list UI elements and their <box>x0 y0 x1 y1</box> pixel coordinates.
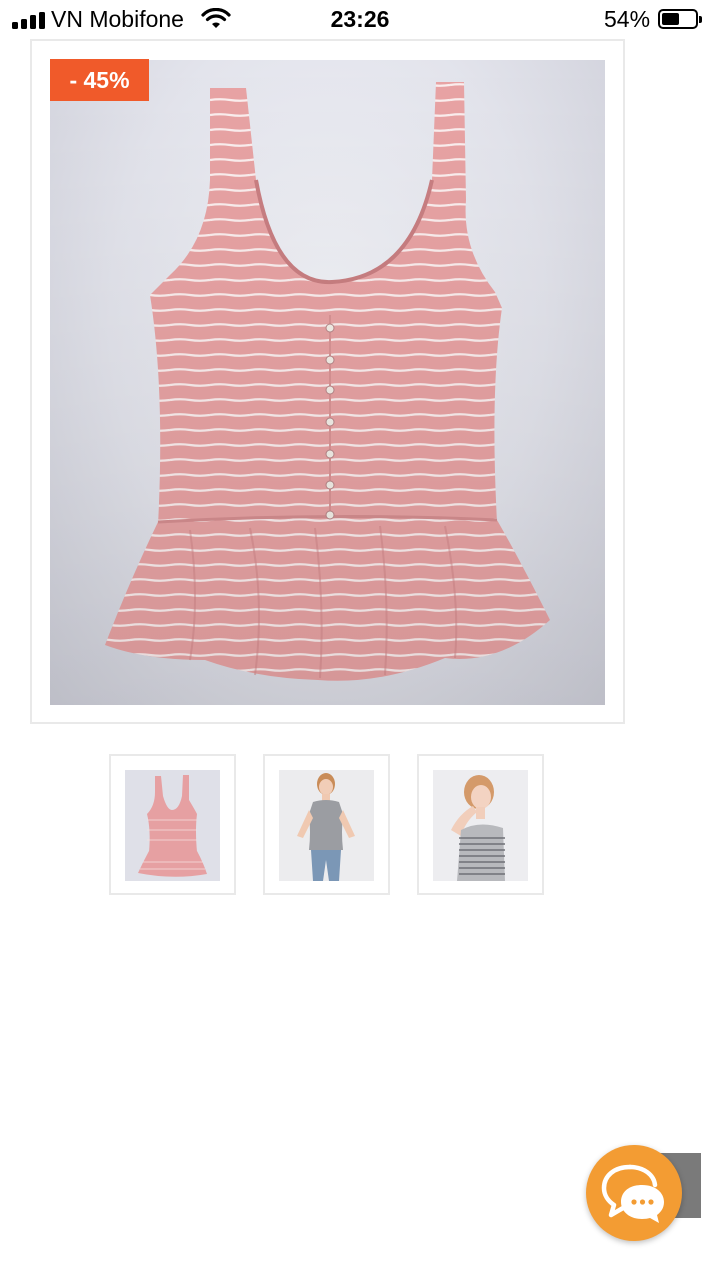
thumbnail-flat-lay[interactable] <box>109 754 236 895</box>
chat-bubbles-icon <box>601 1164 664 1223</box>
battery-fill <box>662 13 680 25</box>
thumbnail-model-striped-tank[interactable] <box>417 754 544 895</box>
battery-percent: 54% <box>604 6 651 32</box>
product-image-frame[interactable]: - 45% <box>30 39 625 724</box>
discount-badge: - 45% <box>50 59 149 101</box>
pink-striped-peplum-tank-top-photo[interactable] <box>50 60 605 705</box>
battery-icon <box>658 9 702 29</box>
status-bar: VN Mobifone 23:26 54% <box>0 0 720 40</box>
thumbnail-model-gray-tank[interactable] <box>263 754 390 895</box>
chat-button[interactable] <box>586 1145 682 1241</box>
